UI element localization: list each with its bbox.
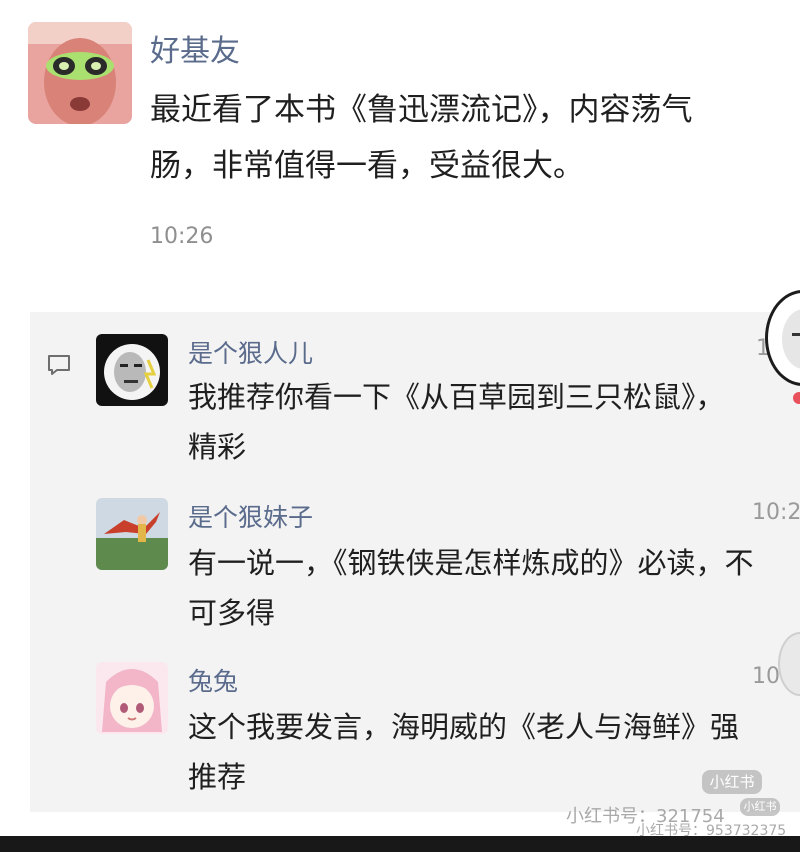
comment-author-name[interactable]: 兔兔 (188, 662, 238, 698)
comment-body-line: 精彩 (188, 430, 247, 464)
comment-avatar[interactable] (96, 334, 168, 406)
post-timestamp: 10:26 (150, 224, 214, 249)
post-author-avatar[interactable] (28, 22, 132, 124)
post-body-line: 肠，非常值得一看，受益很大。 (150, 148, 584, 184)
comment-section: 是个狠人儿 1 我推荐你看一下《从百草园到三只松鼠》， 精彩 是个狠妹子 10:… (30, 312, 800, 812)
post-author-name[interactable]: 好基友 (150, 26, 240, 70)
screenshot-frame: 好基友 最近看了本书《鲁迅漂流记》，内容荡气 肠，非常值得一看，受益很大。 10… (0, 0, 800, 852)
comment-avatar[interactable] (96, 662, 168, 734)
watermark-badge: 小红书 (740, 798, 780, 816)
comment-body-line: 可多得 (188, 596, 276, 630)
comment-icon[interactable] (46, 352, 72, 378)
comment-body-line: 这个我要发言，海明威的《老人与海鲜》强 (188, 710, 740, 744)
comment-body: 我推荐你看一下《从百草园到三只松鼠》， 精彩 (188, 372, 725, 472)
post-body: 最近看了本书《鲁迅漂流记》，内容荡气 肠，非常值得一看，受益很大。 (150, 82, 800, 194)
watermark-badge: 小红书 (702, 770, 762, 794)
like-dot-icon[interactable] (793, 392, 800, 404)
comment-body: 这个我要发言，海明威的《老人与海鲜》强 推荐 (188, 702, 739, 802)
post-body-line: 最近看了本书《鲁迅漂流记》，内容荡气 (150, 92, 693, 128)
comment-body-line: 推荐 (188, 760, 247, 794)
bottom-bar (0, 836, 800, 852)
comment-author-name[interactable]: 是个狠妹子 (188, 498, 313, 534)
comment-body: 有一说一，《钢铁侠是怎样炼成的》必读，不 可多得 (188, 538, 754, 638)
comment-author-name[interactable]: 是个狠人儿 (188, 334, 313, 370)
comment-avatar[interactable] (96, 498, 168, 570)
comment-body-line: 有一说一，《钢铁侠是怎样炼成的》必读，不 (188, 546, 754, 580)
comment-timestamp: 10:2 (752, 500, 800, 525)
comment-body-line: 我推荐你看一下《从百草园到三只松鼠》， (188, 380, 725, 414)
